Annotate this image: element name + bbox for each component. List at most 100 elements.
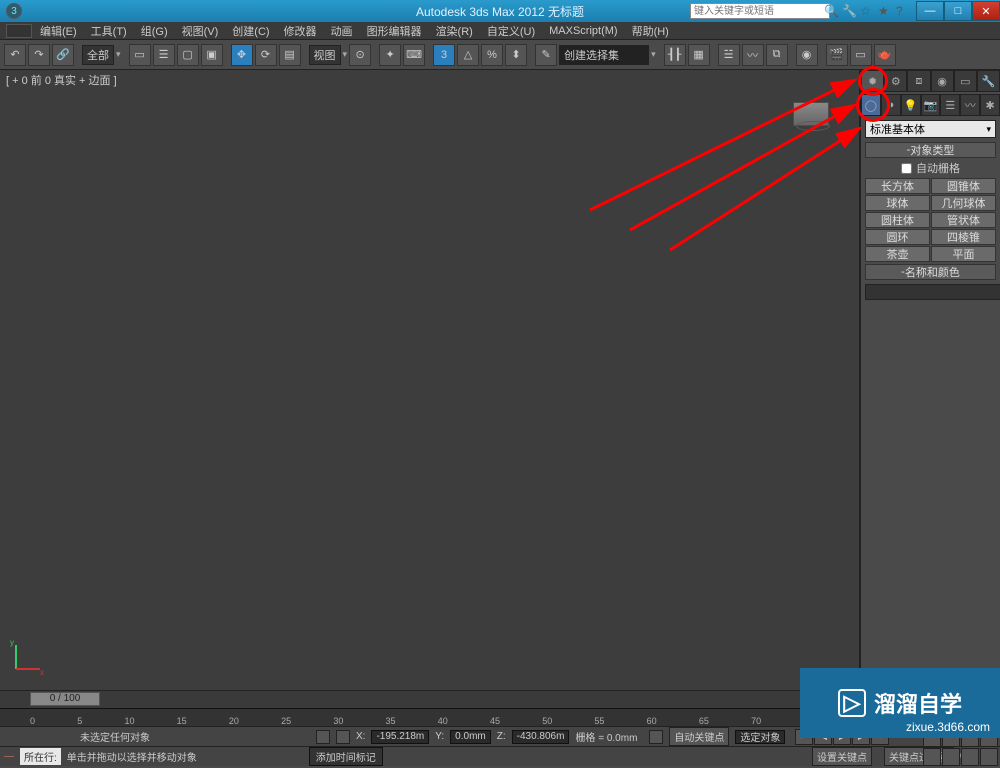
autogrid-checkbox[interactable] bbox=[901, 163, 912, 174]
fav-icon[interactable]: ★ bbox=[878, 4, 892, 18]
viewport[interactable]: [ + 0 前 0 真实 + 边面 ] yx bbox=[0, 70, 860, 690]
undo-button[interactable]: ↶ bbox=[4, 44, 26, 66]
redo-button[interactable]: ↷ bbox=[28, 44, 50, 66]
cone-button[interactable]: 圆锥体 bbox=[931, 178, 996, 194]
select-name-button[interactable]: ☰ bbox=[153, 44, 175, 66]
autokey-button[interactable]: 自动关键点 bbox=[669, 727, 729, 746]
menu-render[interactable]: 渲染(R) bbox=[436, 23, 473, 39]
motion-tab[interactable]: ◉ bbox=[931, 70, 954, 92]
primitive-type-dropdown[interactable]: 标准基本体 bbox=[865, 120, 996, 138]
y-field[interactable]: 0.0mm bbox=[450, 730, 491, 744]
add-time-tag[interactable]: 添加时间标记 bbox=[309, 747, 383, 766]
menu-anim[interactable]: 动画 bbox=[331, 23, 353, 39]
geosphere-button[interactable]: 几何球体 bbox=[931, 195, 996, 211]
z-field[interactable]: -430.806m bbox=[512, 730, 570, 744]
abs-rel-button[interactable] bbox=[336, 730, 350, 744]
key-button[interactable] bbox=[649, 730, 663, 744]
menu-help[interactable]: 帮助(H) bbox=[632, 23, 669, 39]
menu-edit[interactable]: 编辑(E) bbox=[40, 23, 77, 39]
systems-cat[interactable]: ✱ bbox=[980, 94, 1000, 116]
utilities-tab[interactable]: 🔧 bbox=[977, 70, 1000, 92]
helpers-cat[interactable]: ☰ bbox=[940, 94, 960, 116]
link-button[interactable]: 🔗 bbox=[52, 44, 74, 66]
align-button[interactable]: ▦ bbox=[688, 44, 710, 66]
svg-text:y: y bbox=[10, 638, 14, 647]
render-button[interactable]: 🫖 bbox=[874, 44, 896, 66]
key-icon[interactable]: 🔧 bbox=[842, 4, 856, 18]
app-logo-icon[interactable]: 3 bbox=[6, 3, 22, 19]
select-region-button[interactable]: ▢ bbox=[177, 44, 199, 66]
box-button[interactable]: 长方体 bbox=[865, 178, 930, 194]
plane-button[interactable]: 平面 bbox=[931, 246, 996, 262]
selection-filter-dropdown[interactable]: 全部 bbox=[82, 45, 114, 65]
viewport-label[interactable]: [ + 0 前 0 真实 + 边面 ] bbox=[6, 72, 117, 88]
layer-button[interactable]: ☱ bbox=[718, 44, 740, 66]
rotate-button[interactable]: ⟳ bbox=[255, 44, 277, 66]
menu-modifier[interactable]: 修改器 bbox=[284, 23, 317, 39]
menu-maxscript[interactable]: MAXScript(M) bbox=[549, 25, 617, 37]
space-cat[interactable]: 〰 bbox=[960, 94, 980, 116]
tube-button[interactable]: 管状体 bbox=[931, 212, 996, 228]
maximize-button[interactable]: □ bbox=[944, 1, 972, 21]
selkey-dd[interactable]: 选定对象 bbox=[735, 730, 785, 744]
menu-create[interactable]: 创建(C) bbox=[232, 23, 269, 39]
walk-button[interactable] bbox=[980, 748, 998, 766]
spinner-snap-button[interactable]: ⬍ bbox=[505, 44, 527, 66]
menu-custom[interactable]: 自定义(U) bbox=[487, 23, 535, 39]
lights-cat[interactable]: 💡 bbox=[901, 94, 921, 116]
zoom-ext-button[interactable] bbox=[923, 748, 941, 766]
help-search-input[interactable] bbox=[690, 3, 830, 19]
setkey-button[interactable]: 设置关键点 bbox=[812, 747, 872, 766]
hierarchy-tab[interactable]: ⧈ bbox=[907, 70, 930, 92]
render-setup-button[interactable]: 🎬 bbox=[826, 44, 848, 66]
schematic-button[interactable]: ⧉ bbox=[766, 44, 788, 66]
menu-graph[interactable]: 图形编辑器 bbox=[367, 23, 422, 39]
keymode-button[interactable]: ⌨ bbox=[403, 44, 425, 66]
editnamed-button[interactable]: ✎ bbox=[535, 44, 557, 66]
percent-snap-button[interactable]: % bbox=[481, 44, 503, 66]
rendered-frame-button[interactable]: ▭ bbox=[850, 44, 872, 66]
app-menu-button[interactable] bbox=[6, 24, 32, 38]
sphere-button[interactable]: 球体 bbox=[865, 195, 930, 211]
orbit-button[interactable] bbox=[942, 748, 960, 766]
refcoord-dropdown[interactable]: 视图 bbox=[309, 45, 341, 65]
menu-group[interactable]: 组(G) bbox=[141, 23, 168, 39]
menu-view[interactable]: 视图(V) bbox=[182, 23, 219, 39]
pyramid-button[interactable]: 四棱锥 bbox=[931, 229, 996, 245]
move-button[interactable]: ✥ bbox=[231, 44, 253, 66]
search-icon[interactable]: 🔍 bbox=[824, 4, 838, 18]
help-icon[interactable]: ? bbox=[896, 4, 910, 18]
object-name-input[interactable] bbox=[865, 284, 1000, 300]
object-type-rollout[interactable]: 对象类型 bbox=[865, 142, 996, 158]
create-tab[interactable]: ✹ bbox=[861, 70, 884, 92]
comm-icon[interactable]: ☆ bbox=[860, 4, 874, 18]
shapes-cat[interactable]: ◑ bbox=[881, 94, 901, 116]
x-field[interactable]: -195.218m bbox=[371, 730, 429, 744]
close-button[interactable]: ✕ bbox=[972, 1, 1000, 21]
window-cross-button[interactable]: ▣ bbox=[201, 44, 223, 66]
material-button[interactable]: ◉ bbox=[796, 44, 818, 66]
torus-button[interactable]: 圆环 bbox=[865, 229, 930, 245]
curve-button[interactable]: 〰 bbox=[742, 44, 764, 66]
mirror-button[interactable]: ┨┠ bbox=[664, 44, 686, 66]
scale-button[interactable]: ▤ bbox=[279, 44, 301, 66]
name-color-rollout[interactable]: 名称和颜色 bbox=[865, 264, 996, 280]
cameras-cat[interactable]: 📷 bbox=[921, 94, 941, 116]
viewcube[interactable] bbox=[793, 102, 829, 126]
pivot-button[interactable]: ⊙ bbox=[349, 44, 371, 66]
menu-tools[interactable]: 工具(T) bbox=[91, 23, 127, 39]
maxtoggle-button[interactable] bbox=[961, 748, 979, 766]
display-tab[interactable]: ▭ bbox=[954, 70, 977, 92]
modify-tab[interactable]: ⚙ bbox=[884, 70, 907, 92]
manip-button[interactable]: ✦ bbox=[379, 44, 401, 66]
select-button[interactable]: ▭ bbox=[129, 44, 151, 66]
selection-lock-button[interactable] bbox=[316, 730, 330, 744]
minimize-button[interactable]: — bbox=[916, 1, 944, 21]
named-sel-dropdown[interactable]: 创建选择集 bbox=[559, 45, 649, 65]
snap-button[interactable]: 3 bbox=[433, 44, 455, 66]
cylinder-button[interactable]: 圆柱体 bbox=[865, 212, 930, 228]
angle-snap-button[interactable]: △ bbox=[457, 44, 479, 66]
geometry-cat[interactable]: ◯ bbox=[861, 94, 881, 116]
teapot-button[interactable]: 茶壶 bbox=[865, 246, 930, 262]
time-slider-handle[interactable]: 0 / 100 bbox=[30, 692, 100, 706]
